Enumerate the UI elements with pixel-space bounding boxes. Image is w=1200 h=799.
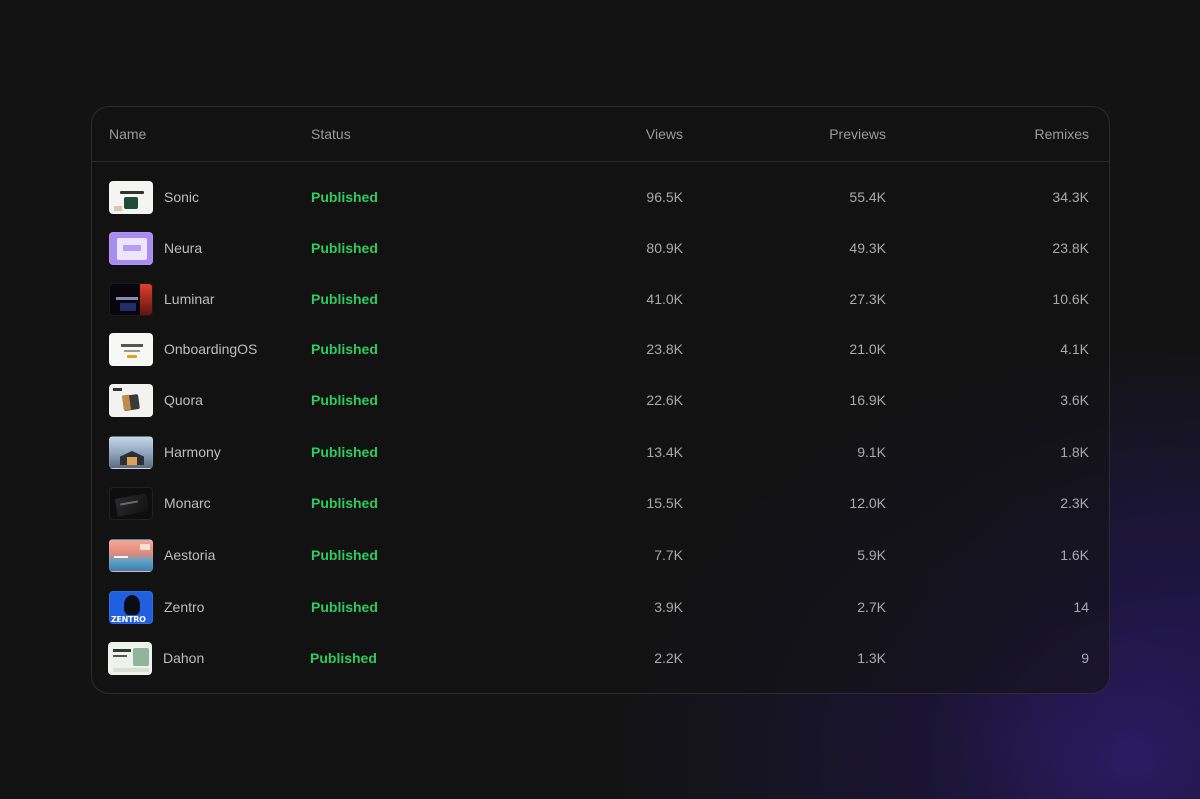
row-name[interactable]: OnboardingOS [164,341,257,357]
table-row[interactable]: Neura Published 80.9K 49.3K 23.8K [92,223,1109,274]
previews-value: 16.9K [849,392,886,408]
status-badge: Published [311,189,378,205]
table-row[interactable]: Aestoria Published 7.7K 5.9K 1.6K [92,530,1109,581]
views-value: 22.6K [646,392,683,408]
views-value: 80.9K [646,240,683,256]
row-name[interactable]: Quora [164,392,203,408]
previews-value: 55.4K [849,189,886,205]
remixes-value: 23.8K [1052,240,1089,256]
table-row[interactable]: Dahon Published 2.2K 1.3K 9 [92,633,1109,684]
harmony-thumbnail [109,436,153,469]
previews-value: 5.9K [857,547,886,563]
templates-table: Name Status Views Previews Remixes Sonic… [91,106,1110,694]
views-value: 3.9K [654,599,683,615]
remixes-value: 9 [1081,650,1089,666]
header-name[interactable]: Name [109,126,146,142]
table-row[interactable]: OnboardingOS Published 23.8K 21.0K 4.1K [92,324,1109,375]
remixes-value: 14 [1073,599,1089,615]
status-badge: Published [311,291,378,307]
row-name[interactable]: Sonic [164,189,199,205]
remixes-value: 1.6K [1060,547,1089,563]
previews-value: 12.0K [849,495,886,511]
status-badge: Published [311,392,378,408]
status-badge: Published [311,599,378,615]
row-name[interactable]: Zentro [164,599,204,615]
previews-value: 1.3K [857,650,886,666]
row-name[interactable]: Luminar [164,291,215,307]
remixes-value: 2.3K [1060,495,1089,511]
previews-value: 49.3K [849,240,886,256]
header-remixes[interactable]: Remixes [1035,126,1089,142]
views-value: 15.5K [646,495,683,511]
previews-value: 2.7K [857,599,886,615]
remixes-value: 4.1K [1060,341,1089,357]
aestoria-thumbnail [109,539,153,572]
row-name[interactable]: Harmony [164,444,221,460]
row-name[interactable]: Neura [164,240,202,256]
onboardingos-thumbnail [109,333,153,366]
header-previews[interactable]: Previews [829,126,886,142]
header-views[interactable]: Views [646,126,683,142]
previews-value: 27.3K [849,291,886,307]
table-row[interactable]: Sonic Published 96.5K 55.4K 34.3K [92,172,1109,223]
quora-thumbnail [109,384,153,417]
row-name[interactable]: Aestoria [164,547,215,563]
status-badge: Published [311,240,378,256]
table-row[interactable]: Harmony Published 13.4K 9.1K 1.8K [92,427,1109,478]
previews-value: 9.1K [857,444,886,460]
status-badge: Published [311,547,378,563]
remixes-value: 1.8K [1060,444,1089,460]
remixes-value: 10.6K [1052,291,1089,307]
table-row[interactable]: ZENTRO Zentro Published 3.9K 2.7K 14 [92,582,1109,633]
views-value: 2.2K [654,650,683,666]
monarc-thumbnail [109,487,153,520]
neura-thumbnail [109,232,153,265]
zentro-thumbnail: ZENTRO [109,591,153,624]
views-value: 96.5K [646,189,683,205]
table-row[interactable]: Quora Published 22.6K 16.9K 3.6K [92,375,1109,426]
status-badge: Published [311,444,378,460]
status-badge: Published [311,495,378,511]
views-value: 41.0K [646,291,683,307]
views-value: 7.7K [654,547,683,563]
luminar-thumbnail [109,283,153,316]
status-badge: Published [311,341,378,357]
header-status[interactable]: Status [311,126,351,142]
table-row[interactable]: Luminar Published 41.0K 27.3K 10.6K [92,274,1109,325]
row-name[interactable]: Dahon [163,650,204,666]
sonic-thumbnail [109,181,153,214]
table-header: Name Status Views Previews Remixes [92,107,1109,162]
dahon-thumbnail [108,642,152,675]
views-value: 23.8K [646,341,683,357]
status-badge: Published [310,650,377,666]
remixes-value: 3.6K [1060,392,1089,408]
zentro-thumbnail-wordmark: ZENTRO [111,615,146,624]
views-value: 13.4K [646,444,683,460]
table-row[interactable]: Monarc Published 15.5K 12.0K 2.3K [92,478,1109,529]
remixes-value: 34.3K [1052,189,1089,205]
previews-value: 21.0K [849,341,886,357]
row-name[interactable]: Monarc [164,495,211,511]
